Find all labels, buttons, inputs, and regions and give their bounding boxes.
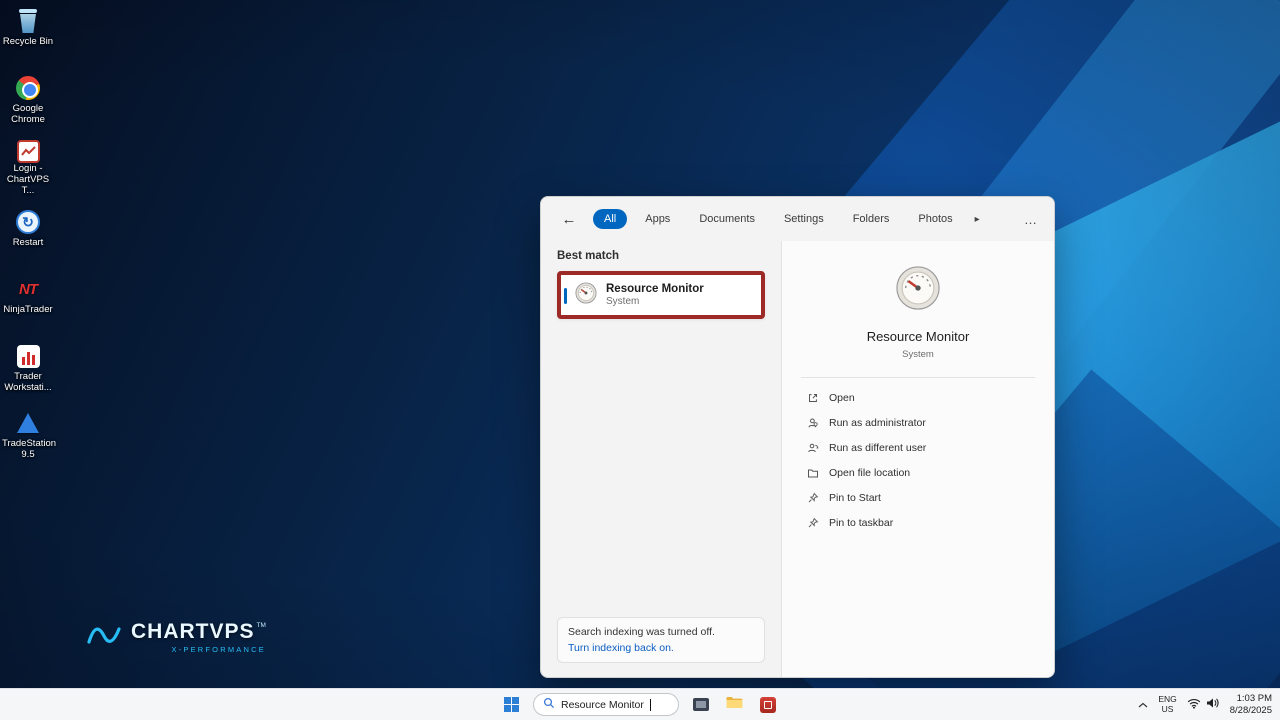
desktop-icon-label: Login - ChartVPS T...: [6, 163, 50, 196]
preview-title: Resource Monitor: [866, 329, 970, 344]
result-subtitle: System: [606, 296, 640, 307]
chartvps-watermark: CHARTVPS TM X-PERFORMANCE: [86, 620, 266, 654]
text-caret: [649, 698, 651, 711]
system-tray: ENG US 1:03 PM 8/28/2025: [1138, 689, 1272, 720]
restart-icon: ↻: [16, 207, 40, 237]
trader-workstation-icon: [16, 341, 40, 371]
tab-documents[interactable]: Documents: [688, 209, 766, 229]
search-icon: [543, 696, 555, 714]
search-results-column: Best match Resource Monitor System Searc…: [541, 241, 781, 677]
overflow-menu-icon[interactable]: …: [1024, 212, 1038, 227]
folder-icon: [806, 466, 819, 479]
desktop-icon-label: Restart: [12, 237, 44, 248]
tab-all[interactable]: All: [593, 209, 628, 229]
result-preview-panel: Resource Monitor System Open Run as admi…: [781, 241, 1054, 677]
desktop-icon-column: Recycle Bin Google Chrome Login - ChartV…: [2, 6, 57, 463]
desktop-screen: Recycle Bin Google Chrome Login - ChartV…: [0, 0, 1280, 720]
divider: [801, 377, 1035, 378]
pin-icon: [806, 516, 819, 529]
language-region: US: [1161, 703, 1174, 714]
action-label: Run as administrator: [829, 416, 926, 429]
desktop-icon-label: TradeStation 9.5: [2, 438, 57, 460]
clock-time: 1:03 PM: [1236, 693, 1272, 704]
clock[interactable]: 1:03 PM 8/28/2025: [1230, 693, 1272, 716]
result-title: Resource Monitor: [606, 283, 704, 295]
selection-indicator: [564, 288, 567, 304]
taskbar-file-explorer[interactable]: [723, 693, 746, 717]
action-pin-to-taskbar[interactable]: Pin to taskbar: [782, 510, 1054, 535]
resource-monitor-icon: [895, 265, 941, 316]
action-label: Open file location: [829, 466, 911, 479]
action-open[interactable]: Open: [782, 385, 1054, 410]
windows-logo-icon: [504, 697, 519, 712]
tab-photos[interactable]: Photos: [907, 209, 963, 229]
open-icon: [806, 391, 819, 404]
search-flyout: ← All Apps Documents Settings Folders Ph…: [540, 196, 1055, 678]
more-tabs-chevron-icon[interactable]: ▸: [971, 212, 984, 227]
action-label: Pin to taskbar: [829, 516, 894, 529]
red-app-icon: [760, 696, 776, 713]
desktop-icon-tradestation[interactable]: TradeStation 9.5: [2, 408, 57, 463]
tab-folders[interactable]: Folders: [842, 209, 901, 229]
desktop-icon-label: Recycle Bin: [2, 36, 54, 47]
desktop-icon-label: Google Chrome: [11, 103, 45, 125]
action-label: Open: [829, 391, 855, 404]
tab-settings[interactable]: Settings: [773, 209, 835, 229]
best-match-heading: Best match: [557, 250, 619, 262]
chartvps-logo-icon: [86, 622, 122, 653]
desktop-icon-login-chartvps[interactable]: Login - ChartVPS T...: [2, 140, 54, 196]
desktop-icon-label: NinjaTrader: [3, 304, 53, 315]
user-switch-icon: [806, 441, 819, 454]
desktop-icon-restart[interactable]: ↻ Restart: [2, 207, 54, 262]
indexing-notice: Search indexing was turned off. Turn ind…: [557, 617, 765, 663]
network-icon: [1187, 696, 1201, 714]
search-input-value: Resource Monitor: [561, 698, 644, 711]
pin-icon: [806, 491, 819, 504]
desktop-icon-recycle-bin[interactable]: Recycle Bin: [2, 6, 54, 61]
volume-icon: [1206, 696, 1220, 714]
action-label: Run as different user: [829, 441, 927, 454]
chrome-icon: [16, 73, 40, 103]
dark-app-icon: [693, 698, 709, 711]
watermark-tm: TM: [256, 622, 266, 629]
action-pin-to-start[interactable]: Pin to Start: [782, 485, 1054, 510]
action-run-as-different-user[interactable]: Run as different user: [782, 435, 1054, 460]
start-button[interactable]: [501, 694, 522, 715]
desktop-icon-label: Trader Workstati...: [4, 371, 52, 393]
language-indicator[interactable]: ENG US: [1158, 694, 1176, 714]
tray-chevron-up-icon[interactable]: [1138, 702, 1148, 708]
desktop-icon-google-chrome[interactable]: Google Chrome: [2, 73, 54, 128]
indexing-notice-text: Search indexing was turned off.: [568, 626, 715, 638]
clock-date: 8/28/2025: [1229, 704, 1272, 716]
tab-apps[interactable]: Apps: [634, 209, 681, 229]
action-run-as-administrator[interactable]: Run as administrator: [782, 410, 1054, 435]
search-filter-bar: ← All Apps Documents Settings Folders Ph…: [541, 197, 1054, 241]
recycle-bin-icon: [18, 6, 38, 36]
desktop-icon-trader-workstation[interactable]: Trader Workstati...: [2, 341, 54, 396]
watermark-brand: CHARTVPS: [131, 620, 255, 643]
action-label: Pin to Start: [829, 491, 881, 504]
taskbar-search-input[interactable]: Resource Monitor: [533, 693, 679, 716]
resource-monitor-icon: [575, 281, 597, 309]
watermark-subtitle: X-PERFORMANCE: [171, 645, 266, 654]
login-chartvps-icon: [16, 140, 40, 163]
taskbar: Resource Monitor ENG US 1:03 PM 8/28/202…: [0, 688, 1280, 720]
action-open-file-location[interactable]: Open file location: [782, 460, 1054, 485]
search-tabs: All Apps Documents Settings Folders Phot…: [593, 209, 984, 229]
preview-subtitle: System: [902, 349, 934, 360]
taskbar-app-dark[interactable]: [690, 695, 712, 714]
tray-status-icons[interactable]: [1187, 696, 1220, 714]
desktop-icon-ninjatrader[interactable]: NT NinjaTrader: [2, 274, 54, 329]
user-shield-icon: [806, 416, 819, 429]
back-button[interactable]: ←: [557, 211, 581, 228]
ninjatrader-icon: NT: [19, 280, 38, 298]
tradestation-icon: [17, 408, 39, 438]
best-match-result-resource-monitor[interactable]: Resource Monitor System: [557, 271, 765, 319]
turn-indexing-on-link[interactable]: Turn indexing back on.: [568, 642, 754, 654]
taskbar-app-red[interactable]: [757, 694, 779, 716]
folder-icon: [726, 696, 743, 714]
action-list: Open Run as administrator Run as differe…: [782, 385, 1054, 535]
